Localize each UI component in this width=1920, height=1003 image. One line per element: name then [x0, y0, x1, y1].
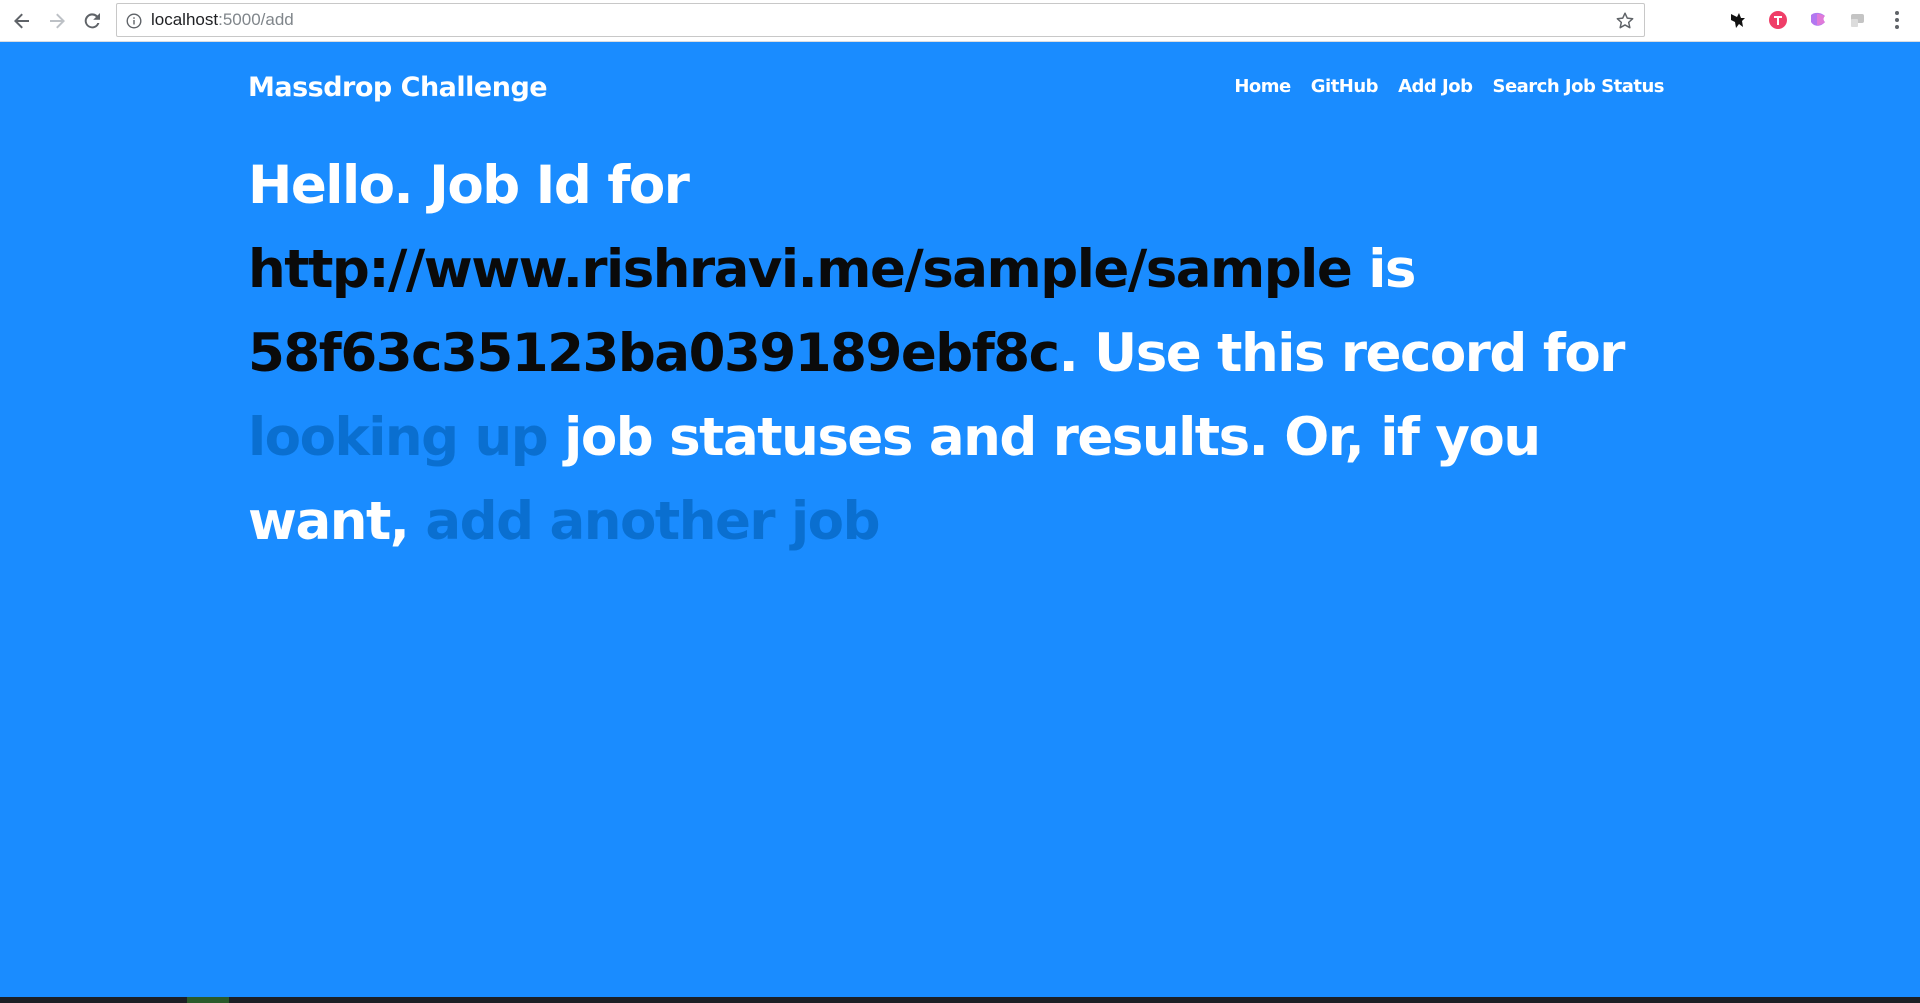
looking-up-link[interactable]: looking up — [248, 407, 549, 468]
os-taskbar — [0, 997, 1920, 1003]
reload-icon — [84, 13, 100, 29]
arrow-right-icon — [50, 13, 65, 29]
top-nav: Home GitHub Add Job Search Job Status — [1234, 76, 1664, 97]
job-id: 58f63c35123ba039189ebf8c — [248, 323, 1060, 384]
nav-github-link[interactable]: GitHub — [1311, 76, 1379, 97]
info-icon[interactable] — [126, 13, 142, 29]
taskbar-item[interactable] — [187, 997, 229, 1003]
submitted-url: http://www.rishravi.me/sample/sample — [248, 239, 1353, 300]
nav-home-link[interactable]: Home — [1234, 76, 1291, 97]
brand-logo[interactable]: Massdrop Challenge — [248, 72, 548, 103]
url-host: localhost — [151, 10, 219, 29]
greeting-text: Hello. Job Id for — [248, 155, 690, 216]
use-record-text: Use this record for — [1094, 323, 1625, 384]
back-button[interactable] — [7, 6, 37, 36]
t-extension-icon[interactable] — [1767, 9, 1789, 31]
arrow-left-icon — [14, 13, 29, 29]
colorful-extension-icon[interactable] — [1807, 9, 1829, 31]
reload-button[interactable] — [77, 6, 107, 36]
bookmark-star-icon[interactable] — [1614, 10, 1636, 32]
is-text: is — [1368, 239, 1416, 300]
browser-toolbar: localhost:5000/add — [0, 0, 1920, 42]
url-text[interactable]: localhost:5000/add — [151, 4, 294, 36]
nav-search-job-status-link[interactable]: Search Job Status — [1492, 76, 1664, 97]
address-bar[interactable]: localhost:5000/add — [116, 3, 1645, 37]
page-content: Massdrop Challenge Home GitHub Add Job S… — [0, 42, 1920, 997]
forward-button[interactable] — [42, 6, 72, 36]
url-path: :5000/add — [218, 10, 294, 29]
browser-menu-icon[interactable] — [1885, 7, 1909, 33]
add-another-job-link[interactable]: add another job — [425, 491, 880, 552]
gray-extension-icon[interactable] — [1847, 9, 1869, 31]
nav-add-job-link[interactable]: Add Job — [1398, 76, 1473, 97]
period-text: . — [1058, 323, 1079, 384]
bird-extension-icon[interactable] — [1727, 9, 1749, 31]
job-confirmation-message: Hello. Job Id for http://www.rishravi.me… — [248, 144, 1688, 564]
